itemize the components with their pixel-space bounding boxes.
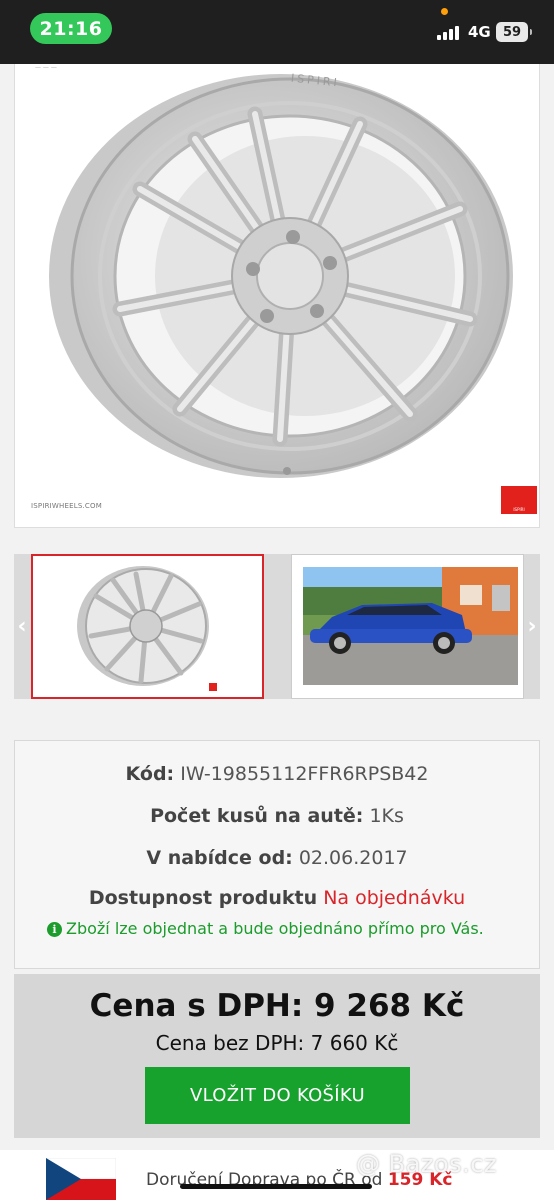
camera-indicator-icon xyxy=(441,8,448,15)
price-without-vat: Cena bez DPH: 7 660 Kč xyxy=(155,1031,399,1055)
main-product-image[interactable]: — — — ISPIRI ISPIRI ISPIRIWHEELS.COM xyxy=(14,64,540,528)
czech-flag-icon xyxy=(46,1158,116,1200)
piece-count-label: Počet kusů na autě: xyxy=(150,805,364,827)
status-bar: 21:16 4G 59 xyxy=(0,0,554,64)
network-type: 4G xyxy=(468,23,491,41)
info-icon: i xyxy=(47,922,62,937)
chevron-right-icon[interactable]: › xyxy=(524,554,540,699)
offer-date-label: V nabídce od: xyxy=(146,847,293,869)
order-note-text: Zboží lze objednat a bude objednáno přím… xyxy=(66,919,484,938)
cellular-signal-icon xyxy=(437,26,461,40)
home-indicator[interactable] xyxy=(180,1184,372,1189)
bazos-watermark: @ Bazos.cz xyxy=(356,1150,498,1178)
piece-count-row: Počet kusů na autě: 1Ks xyxy=(15,805,539,827)
chevron-left-icon[interactable]: ‹ xyxy=(14,554,30,699)
product-info: Kód: IW-19855112FFR6RPSB42 Počet kusů na… xyxy=(14,740,540,969)
product-code-row: Kód: IW-19855112FFR6RPSB42 xyxy=(15,763,539,785)
order-note: i Zboží lze objednat a bude objednáno pří… xyxy=(47,919,497,938)
availability-label: Dostupnost produktu xyxy=(88,887,318,909)
price-with-vat: Cena s DPH: 9 268 Kč xyxy=(89,988,465,1024)
car-photo xyxy=(303,567,518,685)
wheel-thumbnail xyxy=(77,566,217,691)
status-time: 21:16 xyxy=(30,13,112,44)
piece-count-value: 1Ks xyxy=(369,805,404,827)
image-gallery: ‹ › xyxy=(14,554,540,699)
battery-icon: 59 xyxy=(496,22,532,42)
product-code-label: Kód: xyxy=(125,763,175,785)
gallery-thumb-car[interactable] xyxy=(291,554,524,699)
gallery-thumb-wheel[interactable] xyxy=(31,554,264,699)
image-url-text: ISPIRIWHEELS.COM xyxy=(31,502,102,510)
ispiri-logo: ISPIRI xyxy=(501,486,537,514)
add-to-cart-button[interactable]: VLOŽIT DO KOŠÍKU xyxy=(145,1067,410,1124)
wheel-illustration: ISPIRI xyxy=(49,71,513,478)
price-box: Cena s DPH: 9 268 Kč Cena bez DPH: 7 660… xyxy=(14,974,540,1138)
offer-date-value: 02.06.2017 xyxy=(298,847,408,869)
product-code-value: IW-19855112FFR6RPSB42 xyxy=(180,763,429,785)
offer-date-row: V nabídce od: 02.06.2017 xyxy=(15,847,539,869)
availability-row: Dostupnost produktu Na objednávku xyxy=(15,887,539,909)
availability-value: Na objednávku xyxy=(323,887,466,909)
